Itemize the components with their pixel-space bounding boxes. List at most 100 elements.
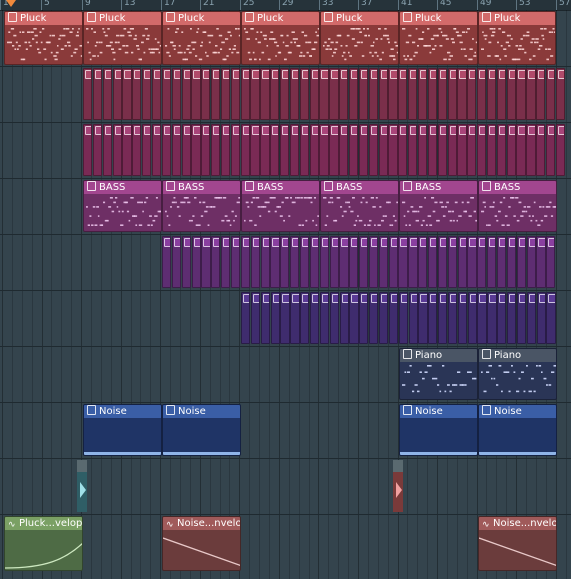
pattern-clip[interactable] [339,124,349,176]
pattern-clip[interactable] [171,236,182,288]
pattern-clip[interactable] [329,292,339,344]
pattern-clip[interactable] [250,236,260,288]
pattern-clip[interactable] [496,68,506,120]
pluck-clip[interactable]: Pluck [399,11,478,65]
pattern-clip[interactable] [83,68,93,120]
pattern-clip[interactable] [418,236,428,288]
pattern-clip[interactable] [536,68,546,120]
pattern-clip[interactable] [486,68,497,120]
pattern-clip[interactable] [161,124,172,176]
pattern-clip[interactable] [526,68,536,120]
pattern-clip[interactable] [378,124,388,176]
pattern-clip[interactable] [398,124,408,176]
pattern-clip[interactable] [299,236,310,288]
pattern-clip[interactable] [309,236,320,288]
pattern-clip[interactable] [260,124,270,176]
pattern-clip[interactable] [162,236,172,288]
pattern-clip[interactable] [112,68,122,120]
pluck-clip[interactable]: Pluck [241,11,320,65]
pattern-clip[interactable] [417,124,428,176]
pattern-clip[interactable] [142,124,152,176]
noise-clip[interactable]: Noise [83,404,162,456]
pattern-clip[interactable] [555,68,566,120]
pattern-clip[interactable] [270,236,280,288]
pattern-clip[interactable] [388,68,398,120]
bass-clip[interactable]: BASS [399,180,478,232]
pattern-clip[interactable] [280,124,290,176]
pattern-clip[interactable] [309,124,319,176]
pattern-clip[interactable] [280,292,290,344]
pattern-clip[interactable] [427,124,438,176]
pattern-clip[interactable] [250,292,261,344]
pattern-clip[interactable] [300,292,310,344]
pattern-clip[interactable] [438,292,448,344]
pattern-clip[interactable] [319,124,329,176]
pattern-clip[interactable] [250,68,260,120]
pattern-clip[interactable] [427,68,438,120]
pluck-clip[interactable]: Pluck [478,11,556,65]
pattern-clip[interactable] [329,68,339,120]
pattern-clip[interactable] [526,124,536,176]
noise-clip[interactable]: Noise [399,404,478,456]
pattern-clip[interactable] [516,124,526,176]
pattern-clip[interactable] [428,292,438,344]
pattern-clip[interactable] [467,68,477,120]
pattern-clip[interactable] [408,236,418,288]
pattern-clip[interactable] [349,292,359,344]
pattern-clip[interactable] [339,236,349,288]
pattern-clip[interactable] [408,68,418,120]
pattern-clip[interactable] [457,236,467,288]
pattern-clip[interactable] [398,292,408,344]
pattern-clip[interactable] [368,68,378,120]
pattern-clip[interactable] [368,124,378,176]
noise-clip[interactable]: Noise [478,404,557,456]
pattern-clip[interactable] [496,236,507,288]
pattern-clip[interactable] [270,68,280,120]
pattern-clip[interactable] [447,236,457,288]
pattern-clip[interactable] [437,68,447,120]
pattern-clip[interactable] [516,236,526,288]
pattern-clip[interactable] [457,68,467,120]
pattern-clip[interactable] [171,124,181,176]
pattern-clip[interactable] [417,68,428,120]
pattern-clip[interactable] [349,236,359,288]
pattern-clip[interactable] [536,236,546,288]
pattern-clip[interactable] [457,292,467,344]
pattern-clip[interactable] [506,68,516,120]
pattern-clip[interactable] [201,68,211,120]
pattern-clip[interactable] [310,292,320,344]
pattern-clip[interactable] [112,124,122,176]
noise-clip[interactable]: Noise [162,404,241,456]
pattern-clip[interactable] [211,236,221,288]
pattern-clip[interactable] [181,68,191,120]
pattern-clip[interactable] [270,124,280,176]
playlist-arrangement[interactable]: 1 5 9 13 17 21 25 29 33 37 41 45 49 53 5… [0,0,571,579]
pattern-clip[interactable] [477,124,487,176]
pattern-clip[interactable] [142,68,152,120]
pluck-clip[interactable]: Pluck [4,11,83,65]
pattern-clip[interactable] [487,236,497,288]
pattern-clip[interactable] [260,236,270,288]
automation-clip[interactable]: ∿Noise...nvelope [478,516,557,571]
pattern-clip[interactable] [151,124,162,176]
pattern-clip[interactable] [220,124,231,176]
pattern-clip[interactable] [477,68,487,120]
pattern-clip[interactable] [339,68,349,120]
pattern-clip[interactable] [230,68,240,120]
pattern-clip[interactable] [546,292,556,344]
pattern-clip[interactable] [487,292,497,344]
pattern-clip[interactable] [319,292,330,344]
pattern-clip[interactable] [536,124,546,176]
pattern-clip[interactable] [408,292,418,344]
pattern-clip[interactable] [447,292,458,344]
pattern-clip[interactable] [280,68,290,120]
pattern-clip[interactable] [437,236,448,288]
pattern-clip[interactable] [398,68,408,120]
pattern-clip[interactable] [329,236,339,288]
pattern-clip[interactable] [241,292,251,344]
pattern-clip[interactable] [516,292,527,344]
pattern-clip[interactable] [230,124,240,176]
bass-clip[interactable]: BASS [320,180,399,232]
pattern-clip[interactable] [467,124,477,176]
pattern-clip[interactable] [191,124,201,176]
